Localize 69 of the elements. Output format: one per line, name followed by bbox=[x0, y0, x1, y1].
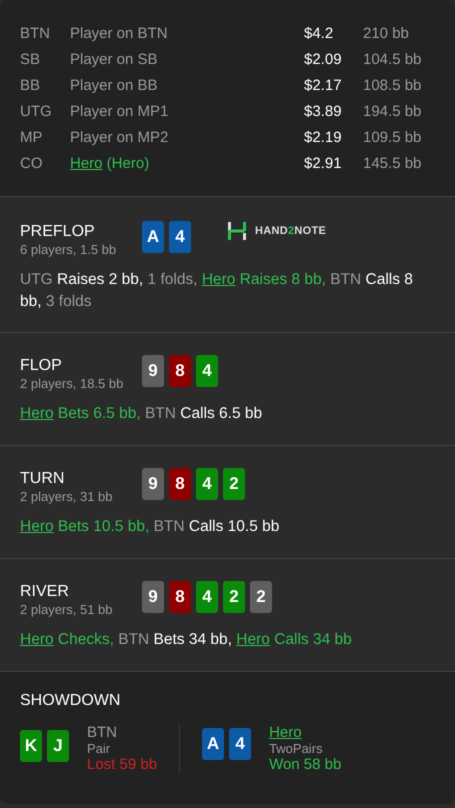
hand-rank: TwoPairs bbox=[269, 741, 324, 756]
player-name: Hero (Hero) bbox=[70, 154, 150, 172]
result-amount: Won 58 bb bbox=[269, 756, 342, 773]
position-label: MP bbox=[20, 128, 44, 146]
playing-card: 4 bbox=[196, 468, 218, 500]
playing-card: A bbox=[142, 221, 164, 253]
stack-amount: $4.2 bbox=[304, 24, 334, 42]
street-title: TURN bbox=[20, 470, 66, 488]
playing-card: K bbox=[20, 730, 42, 762]
stack-amount: $3.89 bbox=[304, 102, 343, 120]
stack-bb: 194.5 bb bbox=[363, 102, 422, 120]
player-name: Player on BTN bbox=[70, 24, 169, 42]
stack-bb: 145.5 bb bbox=[363, 154, 422, 172]
action-summary: Hero Bets 6.5 bb, BTN Calls 6.5 bb bbox=[20, 404, 264, 424]
playing-card: 4 bbox=[229, 728, 252, 760]
playing-card: 4 bbox=[169, 221, 191, 253]
stack-bb: 210 bb bbox=[363, 24, 410, 42]
hand-rank: Pair bbox=[87, 741, 112, 756]
playing-card: 8 bbox=[169, 355, 191, 387]
player-link[interactable]: Hero bbox=[20, 405, 54, 422]
position-label: UTG bbox=[20, 102, 53, 120]
playing-card: 2 bbox=[223, 468, 245, 500]
player-name: Player on MP1 bbox=[70, 102, 170, 120]
player-name: BTN bbox=[87, 724, 118, 741]
stack-bb: 108.5 bb bbox=[363, 76, 422, 94]
player-name: Player on SB bbox=[70, 50, 159, 68]
stack-amount: $2.19 bbox=[304, 128, 343, 146]
playing-card: 4 bbox=[196, 355, 218, 387]
player-name: Player on MP2 bbox=[70, 128, 170, 146]
playing-card: 4 bbox=[196, 581, 218, 613]
stack-amount: $2.09 bbox=[304, 50, 343, 68]
position-label: BB bbox=[20, 76, 42, 94]
playing-card: 8 bbox=[169, 468, 191, 500]
action-summary: UTG Raises 2 bb, 1 folds, Hero Raises 8 bb, BTN Calls 8 bb, 3 folds bbox=[20, 270, 414, 312]
playing-card: 8 bbox=[169, 581, 191, 613]
player-link[interactable]: Hero bbox=[202, 271, 236, 288]
player-link[interactable]: Hero bbox=[20, 631, 54, 648]
player-link[interactable]: Hero bbox=[20, 518, 54, 535]
street-info: 6 players, 1.5 bb bbox=[20, 242, 118, 257]
playing-card: 9 bbox=[142, 355, 164, 387]
playing-card: 9 bbox=[142, 468, 164, 500]
stack-amount: $2.17 bbox=[304, 76, 343, 94]
playing-card: 2 bbox=[223, 581, 245, 613]
street-title: RIVER bbox=[20, 583, 70, 601]
player-name: Player on BB bbox=[70, 76, 159, 94]
section-title: SHOWDOWN bbox=[20, 692, 122, 710]
stack-amount: $2.91 bbox=[304, 154, 343, 172]
stack-bb: 104.5 bb bbox=[363, 50, 422, 68]
street-info: 2 players, 31 bb bbox=[20, 489, 114, 504]
position-label: BTN bbox=[20, 24, 51, 42]
playing-card: 9 bbox=[142, 581, 164, 613]
action-summary: Hero Checks, BTN Bets 34 bb, Hero Calls 34 bb bbox=[20, 630, 353, 650]
street-title: PREFLOP bbox=[20, 223, 96, 241]
logo-icon bbox=[227, 221, 247, 241]
result-amount: Lost 59 bb bbox=[87, 756, 158, 773]
street-info: 2 players, 18.5 bb bbox=[20, 376, 124, 391]
position-label: SB bbox=[20, 50, 42, 68]
player-link[interactable]: Hero bbox=[269, 724, 342, 741]
player-link[interactable]: Hero bbox=[236, 631, 270, 648]
street-info: 2 players, 51 bb bbox=[20, 602, 114, 617]
playing-card: A bbox=[202, 728, 224, 760]
logo-text: HAND2NOTE bbox=[255, 225, 326, 237]
street-title: FLOP bbox=[20, 357, 63, 375]
stack-bb: 109.5 bb bbox=[363, 128, 422, 146]
playing-card: J bbox=[47, 730, 69, 762]
playing-card: 2 bbox=[250, 581, 272, 613]
player-link[interactable]: Hero bbox=[70, 154, 103, 172]
action-summary: Hero Bets 10.5 bb, BTN Calls 10.5 bb bbox=[20, 517, 280, 537]
position-label: CO bbox=[20, 154, 44, 172]
